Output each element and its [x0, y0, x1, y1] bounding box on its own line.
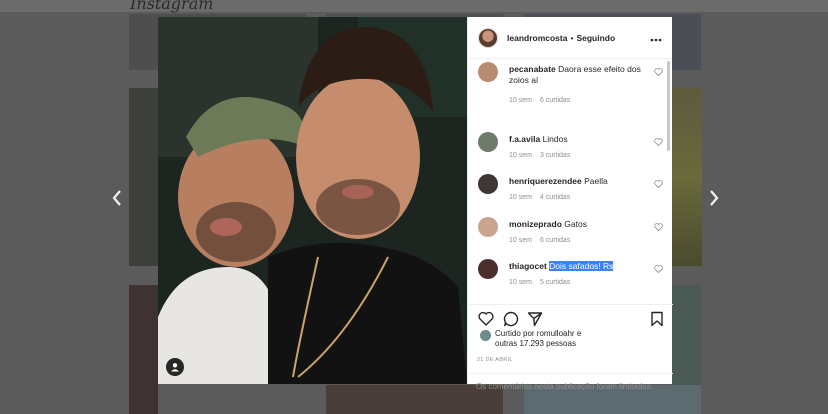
commenter-username[interactable]: henriquerezendee [509, 176, 582, 186]
heart-icon[interactable] [653, 180, 663, 190]
comment-time[interactable]: 10 sem [509, 97, 532, 104]
commenter-avatar[interactable] [478, 174, 498, 194]
post-sidebar: leandromcosta • Seguindo pecanabate Daor… [467, 17, 673, 391]
following-button[interactable]: Seguindo [576, 33, 615, 43]
likes-line-1[interactable]: Curtido por romulloahr e [495, 329, 581, 339]
comment-time[interactable]: 10 sem [509, 194, 532, 201]
comment-time[interactable]: 10 sem [509, 237, 532, 244]
post-photo[interactable] [158, 17, 467, 384]
like-heart-icon[interactable] [478, 311, 494, 327]
comment-time[interactable]: 10 sem [509, 279, 532, 286]
grid-tile[interactable] [129, 285, 158, 414]
liker-avatar[interactable] [480, 330, 491, 341]
comment-icon[interactable] [503, 311, 519, 327]
grid-tile[interactable] [672, 285, 702, 385]
ellipsis-icon[interactable] [650, 31, 662, 45]
comment-item: pecanabate Daora esse efeito dos zoios a… [478, 62, 663, 104]
commenter-username[interactable]: f.a.avila [509, 134, 540, 144]
grid-tile[interactable] [672, 88, 702, 266]
commenter-username[interactable]: monizeprado [509, 219, 562, 229]
previous-arrow-icon[interactable] [107, 188, 127, 212]
heart-icon[interactable] [653, 223, 663, 233]
share-icon[interactable] [527, 311, 543, 327]
likes-summary[interactable]: Curtido por romulloahr e outras 17.293 p… [480, 329, 581, 349]
next-arrow-icon[interactable] [704, 188, 724, 212]
comment-item: f.a.avila Lindos 10 sem 3 curtidas [478, 132, 663, 172]
post-modal: leandromcosta • Seguindo pecanabate Daor… [158, 17, 673, 391]
commenter-username[interactable]: thiagocet [509, 261, 547, 271]
commenter-avatar[interactable] [478, 217, 498, 237]
bookmark-icon[interactable] [650, 311, 666, 327]
commenter-avatar[interactable] [478, 259, 498, 279]
comment-likes[interactable]: 6 curtidas [540, 97, 570, 104]
comment-item: henriquerezendee Paella 10 sem 4 curtidas [478, 174, 663, 214]
comment-text: Paella [584, 176, 608, 186]
comment-text: Gatos [564, 219, 587, 229]
comments-scrollbar[interactable] [667, 61, 670, 151]
comment-item: thiagocet Dois safados! Rs 10 sem 5 curti… [478, 259, 663, 287]
comments-limited-notice: Os comentários nesta publicação foram li… [468, 373, 673, 401]
user-tag-icon[interactable] [166, 358, 184, 376]
grid-tile[interactable] [129, 88, 158, 266]
comment-text: Dois safados! Rs [549, 261, 614, 271]
comment-time[interactable]: 10 sem [509, 152, 532, 159]
header-separator: • [570, 32, 574, 43]
comment-likes[interactable]: 4 curtidas [540, 194, 570, 201]
comment-likes[interactable]: 6 curtidas [540, 237, 570, 244]
photo-illustration [158, 17, 467, 384]
comment-likes[interactable]: 3 curtidas [540, 152, 570, 159]
comment-text: Lindos [542, 134, 568, 144]
post-header: leandromcosta • Seguindo [468, 17, 672, 59]
heart-icon[interactable] [653, 138, 663, 148]
likes-line-2[interactable]: outras 17.293 pessoas [495, 339, 581, 349]
commenter-username[interactable]: pecanabate [509, 64, 556, 74]
top-nav-bar: Instagram [0, 0, 828, 13]
comment-item: monizeprado Gatos 10 sem 6 curtidas [478, 217, 663, 257]
commenter-avatar[interactable] [478, 62, 498, 82]
author-username[interactable]: leandromcosta [507, 33, 567, 43]
comments-list[interactable]: pecanabate Daora esse efeito dos zoios a… [468, 59, 673, 287]
comment-likes[interactable]: 5 curtidas [540, 279, 570, 286]
brand-logo[interactable]: Instagram [130, 0, 213, 13]
heart-icon[interactable] [653, 265, 663, 275]
commenter-avatar[interactable] [478, 132, 498, 152]
heart-icon[interactable] [653, 68, 663, 78]
post-date[interactable]: 21 DE ABRIL [477, 357, 513, 363]
author-avatar[interactable] [478, 27, 498, 48]
